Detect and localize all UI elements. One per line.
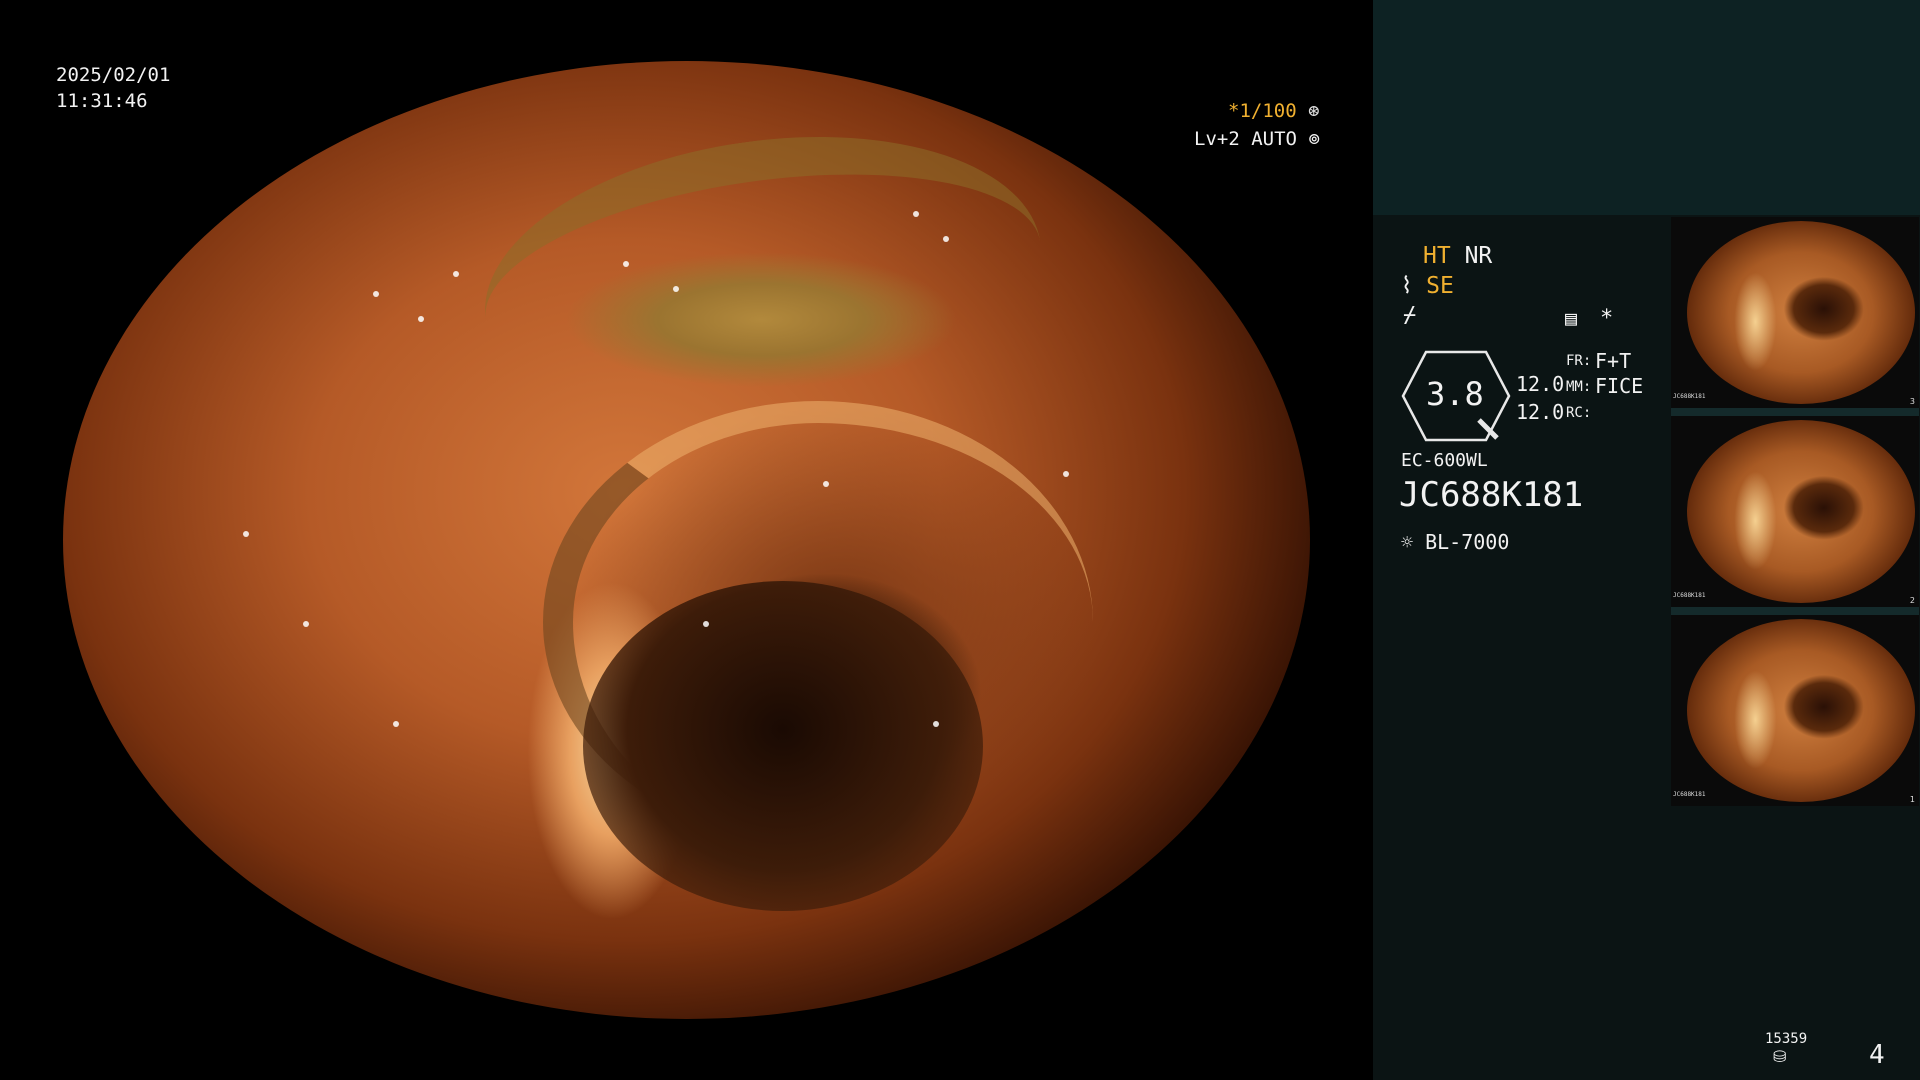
thumbnail-image [1687, 420, 1915, 603]
info-panel: HT NR ⌇ SE ⌿ ▤ * 3.8 12.0 12.0 FR: F+T M… [1373, 0, 1920, 1080]
reflection [453, 271, 459, 277]
reflection [418, 316, 424, 322]
thumbnail-number: 3 [1909, 397, 1915, 406]
scope-serial: JC688K181 [1399, 475, 1584, 515]
value-1: 12.0 [1516, 372, 1565, 396]
thumbnail-number: 2 [1909, 596, 1915, 605]
ht-label: HT [1423, 243, 1451, 269]
lumen [583, 581, 983, 911]
rc-label: RC: [1566, 405, 1592, 421]
ht-nr-line: HT NR [1423, 243, 1492, 269]
page-number: 4 [1869, 1040, 1885, 1070]
reflection [303, 621, 309, 627]
reflection [823, 481, 829, 487]
capture-thumbnail[interactable]: JC688K181 2 [1671, 416, 1919, 607]
thumbnail-label: JC688K181 [1673, 592, 1706, 599]
mode-label: AUTO [1251, 128, 1297, 150]
fr-label: FR: [1566, 353, 1592, 369]
reflection [373, 291, 379, 297]
capture-thumbnail[interactable]: JC688K181 3 [1671, 217, 1919, 408]
endoscope-view: 2025/02/01 11:31:46 *1/100 ⊛ Lv+2 AUTO ⊚ [0, 0, 1373, 1080]
exposure-level: Lv+2 AUTO ⊚ [1194, 128, 1320, 150]
reflection [943, 236, 949, 242]
time-text: 11:31:46 [56, 90, 148, 112]
storage-icon: ⛁ [1773, 1047, 1787, 1066]
nr-label: NR [1464, 243, 1493, 269]
enhance-icon: ⌇ [1401, 273, 1413, 299]
asterisk-mark: * [1600, 306, 1614, 331]
image-counter: 15359 [1765, 1031, 1808, 1047]
thumbnail-number: 1 [1909, 795, 1915, 804]
thumbnail-image [1687, 619, 1915, 802]
endoscope-image [63, 61, 1310, 1019]
reflection [913, 211, 919, 217]
thumbnail-separator [1671, 408, 1919, 416]
reflection [243, 531, 249, 537]
menu-icon: ▤ [1565, 306, 1578, 330]
zoom-value: 3.8 [1426, 375, 1484, 413]
light-source-icon: ☼ [1401, 530, 1414, 554]
reflection [673, 286, 679, 292]
scope-model: EC-600WL [1401, 450, 1488, 471]
fr-value: F+T [1595, 349, 1632, 373]
reflection [623, 261, 629, 267]
thumbnail-image [1687, 221, 1915, 404]
reflection [933, 721, 939, 727]
shutter-speed: *1/100 ⊛ [1228, 100, 1320, 122]
date-text: 2025/02/01 [56, 64, 171, 86]
reflection [1063, 471, 1069, 477]
aperture-icon: ⊛ [1308, 100, 1320, 122]
thumbnail-separator [1671, 607, 1919, 615]
thumbnail-label: JC688K181 [1673, 393, 1706, 400]
auto-icon: ⊚ [1308, 128, 1320, 150]
reflection [703, 621, 709, 627]
se-label: SE [1426, 273, 1454, 299]
panel-header-area [1373, 0, 1920, 215]
capture-thumbnail[interactable]: JC688K181 1 [1671, 615, 1919, 806]
reflection [393, 721, 399, 727]
freeze-icon: ⌿ [1403, 303, 1417, 328]
thumbnail-label: JC688K181 [1673, 791, 1706, 798]
mm-label: MM: [1566, 379, 1592, 395]
mm-value: FICE [1595, 374, 1644, 398]
value-2: 12.0 [1516, 400, 1565, 424]
light-source: ☼ BL-7000 [1401, 530, 1510, 554]
se-line: ⌇ SE [1401, 273, 1454, 299]
